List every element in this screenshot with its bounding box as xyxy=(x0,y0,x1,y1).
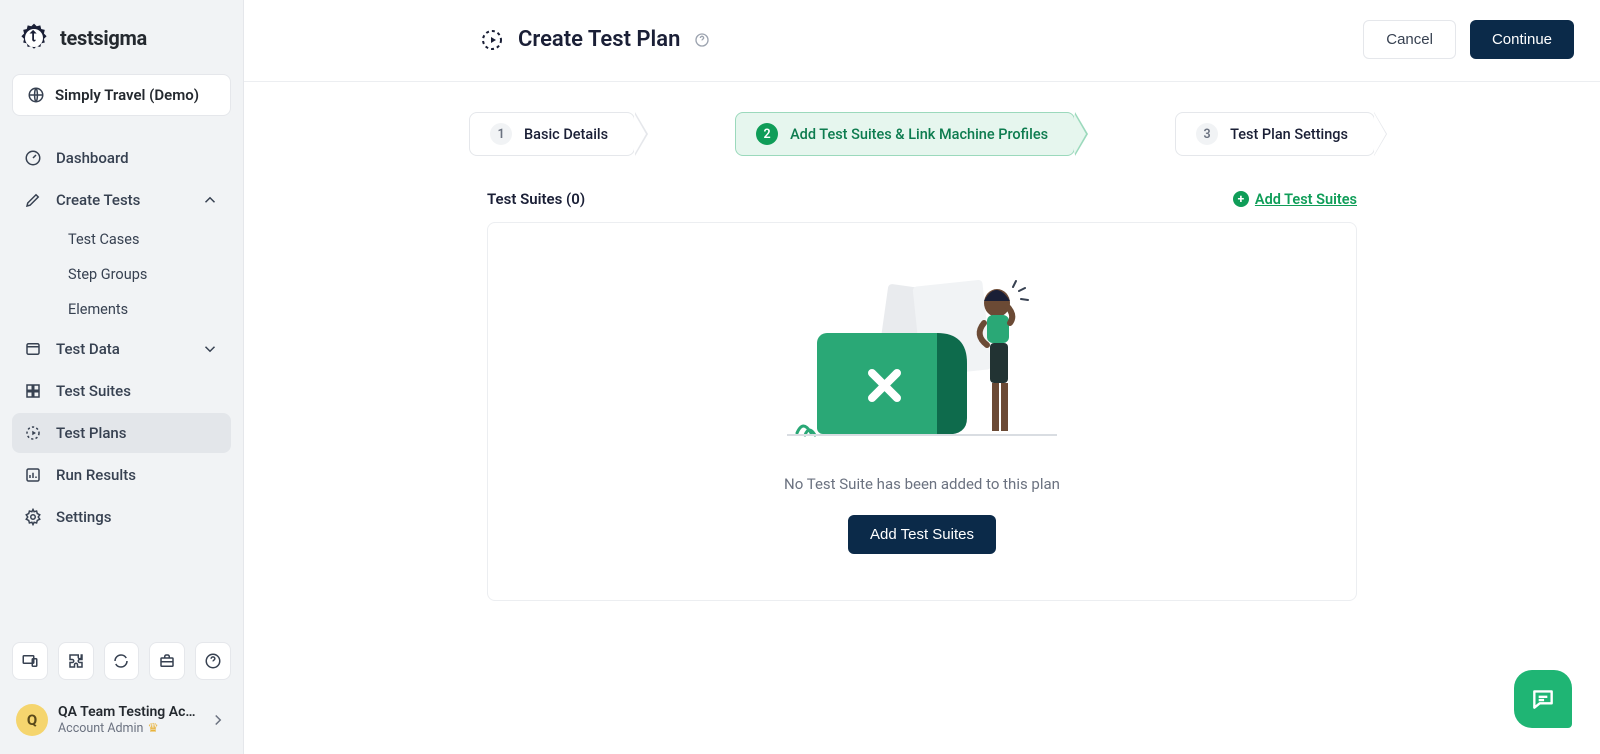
gauge-icon xyxy=(24,149,42,167)
project-name: Simply Travel (Demo) xyxy=(55,86,199,104)
nav-label: Test Data xyxy=(56,340,120,358)
target-icon xyxy=(480,28,504,52)
sidebar-item-test-plans[interactable]: Test Plans xyxy=(12,413,231,453)
empty-state-card: No Test Suite has been added to this pla… xyxy=(487,222,1357,601)
logo-gear-icon xyxy=(16,20,52,56)
help-icon[interactable] xyxy=(694,32,710,48)
add-test-suites-button[interactable]: Add Test Suites xyxy=(848,515,996,554)
tool-devices-button[interactable] xyxy=(12,642,48,680)
create-tests-submenu: Test Cases Step Groups Elements xyxy=(12,222,231,327)
puzzle-icon xyxy=(67,652,85,670)
target-icon xyxy=(24,424,42,442)
tool-refresh-button[interactable] xyxy=(104,642,140,680)
pencil-icon xyxy=(24,191,42,209)
devices-icon xyxy=(21,652,39,670)
chevron-down-icon xyxy=(201,340,219,358)
empty-illustration xyxy=(787,273,1057,453)
suites-heading: Test Suites (0) xyxy=(487,190,585,208)
cancel-button[interactable]: Cancel xyxy=(1363,20,1456,59)
page-title: Create Test Plan xyxy=(518,27,680,52)
sidebar-item-step-groups[interactable]: Step Groups xyxy=(56,257,231,292)
brand-logo[interactable]: testsigma xyxy=(12,18,231,74)
add-link-label: Add Test Suites xyxy=(1255,191,1357,208)
main: Create Test Plan Cancel Continue 1 Basic… xyxy=(244,0,1600,754)
globe-icon xyxy=(27,86,45,104)
step-number: 2 xyxy=(756,123,778,145)
continue-button[interactable]: Continue xyxy=(1470,20,1574,59)
chat-icon xyxy=(1530,686,1556,712)
step-basic-details[interactable]: 1 Basic Details xyxy=(469,112,635,156)
nav-label: Settings xyxy=(56,508,112,526)
step-test-plan-settings[interactable]: 3 Test Plan Settings xyxy=(1175,112,1375,156)
step-number: 1 xyxy=(490,123,512,145)
data-icon xyxy=(24,340,42,358)
empty-text: No Test Suite has been added to this pla… xyxy=(784,475,1060,493)
sidebar-item-elements[interactable]: Elements xyxy=(56,292,231,327)
sidebar-item-test-cases[interactable]: Test Cases xyxy=(56,222,231,257)
step-label: Test Plan Settings xyxy=(1230,126,1348,143)
add-test-suites-link[interactable]: + Add Test Suites xyxy=(1233,191,1357,208)
user-role-text: Account Admin xyxy=(58,721,143,736)
stepper: 1 Basic Details 2 Add Test Suites & Link… xyxy=(284,112,1560,156)
topbar-actions: Cancel Continue xyxy=(1363,20,1574,59)
tool-toolbox-button[interactable] xyxy=(149,642,185,680)
nav-label: Dashboard xyxy=(56,149,129,167)
user-info: QA Team Testing Acc... Account Admin ♛ xyxy=(58,704,199,736)
user-role: Account Admin ♛ xyxy=(58,720,199,736)
tool-extensions-button[interactable] xyxy=(58,642,94,680)
nav-label: Test Suites xyxy=(56,382,131,400)
content: 1 Basic Details 2 Add Test Suites & Link… xyxy=(244,82,1600,754)
topbar: Create Test Plan Cancel Continue xyxy=(244,0,1600,82)
nav-label: Elements xyxy=(68,301,128,318)
toolbox-icon xyxy=(158,652,176,670)
help-icon xyxy=(204,652,222,670)
avatar-letter: Q xyxy=(27,711,37,729)
sidebar-item-test-suites[interactable]: Test Suites xyxy=(12,371,231,411)
brand-name: testsigma xyxy=(60,26,147,50)
nav: Dashboard Create Tests Test Cases Step G… xyxy=(12,138,231,537)
user-name: QA Team Testing Acc... xyxy=(58,704,199,720)
user-account[interactable]: Q QA Team Testing Acc... Account Admin ♛ xyxy=(12,698,231,742)
project-selector[interactable]: Simply Travel (Demo) xyxy=(12,74,231,116)
step-label: Add Test Suites & Link Machine Profiles xyxy=(790,126,1048,143)
nav-label: Test Cases xyxy=(68,231,139,248)
nav-label: Test Plans xyxy=(56,424,126,442)
nav-label: Run Results xyxy=(56,466,136,484)
tool-help-button[interactable] xyxy=(195,642,231,680)
sidebar-item-dashboard[interactable]: Dashboard xyxy=(12,138,231,178)
step-number: 3 xyxy=(1196,123,1218,145)
suites-header: Test Suites (0) + Add Test Suites xyxy=(487,190,1357,208)
step-label: Basic Details xyxy=(524,126,608,143)
chat-fab[interactable] xyxy=(1514,670,1572,728)
grid-icon xyxy=(24,382,42,400)
sidebar-tools xyxy=(12,642,231,698)
plus-icon: + xyxy=(1233,191,1249,207)
step-add-test-suites[interactable]: 2 Add Test Suites & Link Machine Profile… xyxy=(735,112,1075,156)
chart-icon xyxy=(24,466,42,484)
nav-label: Step Groups xyxy=(68,266,147,283)
nav-label: Create Tests xyxy=(56,191,140,209)
sidebar-item-create-tests[interactable]: Create Tests xyxy=(12,180,231,220)
chevron-right-icon xyxy=(209,711,227,729)
gear-icon xyxy=(24,508,42,526)
crown-icon: ♛ xyxy=(147,720,158,736)
avatar: Q xyxy=(16,704,48,736)
sidebar-item-test-data[interactable]: Test Data xyxy=(12,329,231,369)
sidebar: testsigma Simply Travel (Demo) Dashboard… xyxy=(0,0,244,754)
refresh-icon xyxy=(112,652,130,670)
chevron-up-icon xyxy=(201,191,219,209)
topbar-title: Create Test Plan xyxy=(480,27,710,52)
sidebar-item-run-results[interactable]: Run Results xyxy=(12,455,231,495)
sidebar-item-settings[interactable]: Settings xyxy=(12,497,231,537)
